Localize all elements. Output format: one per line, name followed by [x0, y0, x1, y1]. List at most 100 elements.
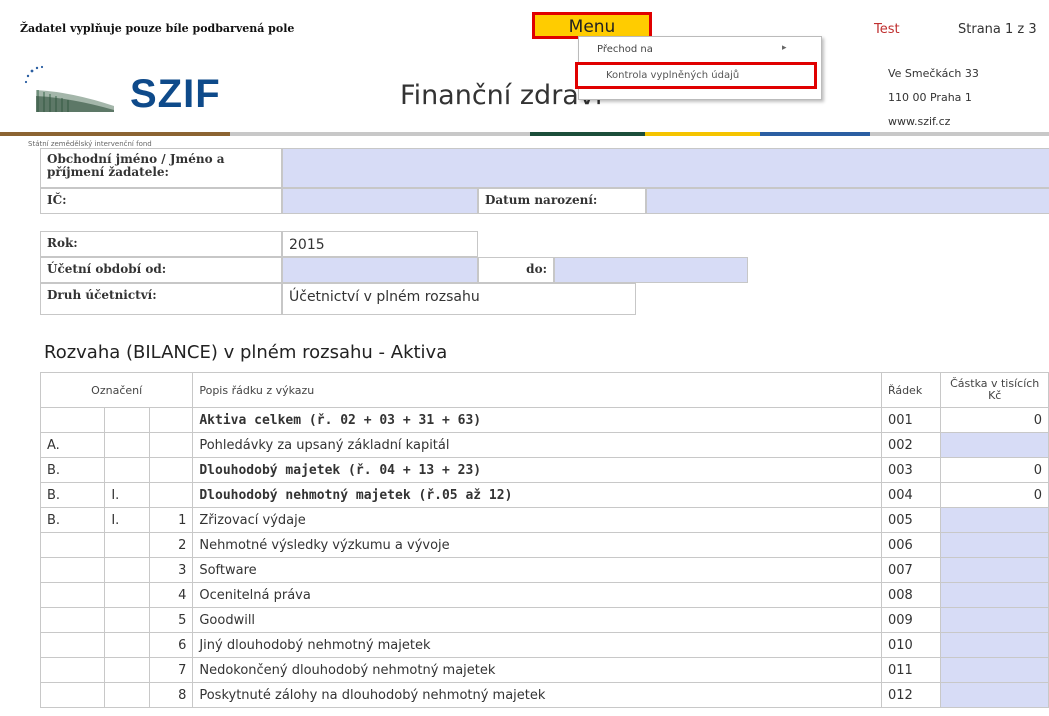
row-popis: Aktiva celkem (ř. 02 + 03 + 31 + 63) [192, 407, 882, 433]
row-oznaceni-a [39, 582, 106, 608]
row-oznaceni-b [104, 607, 151, 633]
row-oznaceni-a: B. [39, 482, 106, 508]
row-oznaceni-b [104, 557, 151, 583]
ucetni-obdobi-do-input[interactable] [554, 257, 748, 283]
row-oznaceni-a: B. [39, 507, 106, 533]
row-castka[interactable] [940, 557, 1049, 583]
row-oznaceni-b [104, 407, 151, 433]
row-radek: 004 [880, 482, 942, 508]
menu-button[interactable]: Menu [532, 12, 652, 39]
table-row: B. I. Dlouhodobý nehmotný majetek (ř.05 až… [39, 482, 1049, 508]
row-castka[interactable] [940, 607, 1049, 633]
table-row: A. Pohledávky za upsaný základní kapitál 0… [39, 432, 1049, 458]
row-castka: 0 [940, 407, 1049, 433]
table-row: 2 Nehmotné výsledky výzkumu a vývoje 006 [39, 532, 1049, 558]
row-oznaceni-a: A. [39, 432, 106, 458]
row-oznaceni-c: 4 [149, 582, 194, 608]
row-oznaceni-c [149, 482, 194, 508]
row-radek: 003 [880, 457, 942, 483]
do-label: do: [478, 257, 554, 283]
row-oznaceni-c: 1 [149, 507, 194, 533]
logo-subtitle: Státní zemědělský intervenční fond [28, 140, 152, 148]
ic-input[interactable] [282, 188, 478, 214]
obchodni-jmeno-input[interactable] [282, 148, 1049, 188]
test-label: Test [874, 22, 900, 37]
szif-logo: SZIF Státní zemědělský intervenční fond [18, 52, 220, 148]
row-castka[interactable] [940, 657, 1049, 683]
row-popis: Nehmotné výsledky výzkumu a vývoje [192, 532, 882, 558]
menu-item-kontrola[interactable]: Kontrola vyplněných údajů [575, 62, 817, 89]
row-radek: 005 [880, 507, 942, 533]
row-castka[interactable] [940, 682, 1049, 708]
row-oznaceni-c: 2 [149, 532, 194, 558]
datum-narozeni-label: Datum narození: [478, 188, 646, 214]
table-row: 3 Software 007 [39, 557, 1049, 583]
table-row: Aktiva celkem (ř. 02 + 03 + 31 + 63) 001 0 [39, 407, 1049, 433]
menu-dropdown: Přechod na ▸ Kontrola vyplněných údajů [575, 36, 822, 100]
table-row: B. Dlouhodobý majetek (ř. 04 + 13 + 23) 00… [39, 457, 1049, 483]
row-popis: Goodwill [192, 607, 882, 633]
row-oznaceni-a [39, 407, 106, 433]
row-popis: Jiný dlouhodobý nehmotný majetek [192, 632, 882, 658]
row-radek: 008 [880, 582, 942, 608]
row-radek: 012 [880, 682, 942, 708]
aktiva-table-body: Označení Popis řádku z výkazu Řádek Část… [39, 372, 1049, 708]
row-radek: 002 [880, 432, 942, 458]
address-city: 110 00 Praha 1 [888, 91, 972, 104]
row-popis: Poskytnuté zálohy na dlouhodobý nehmotný… [192, 682, 882, 708]
table-row: 6 Jiný dlouhodobý nehmotný majetek 010 [39, 632, 1049, 658]
table-row: 5 Goodwill 009 [39, 607, 1049, 633]
submenu-arrow-icon: ▸ [782, 43, 787, 53]
header-oznaceni: Označení [39, 372, 194, 408]
row-oznaceni-a [39, 632, 106, 658]
row-castka[interactable] [940, 507, 1049, 533]
row-castka[interactable] [940, 532, 1049, 558]
row-oznaceni-b [104, 432, 151, 458]
table-row: B. I. 1 Zřizovací výdaje 005 [39, 507, 1049, 533]
row-oznaceni-b [104, 657, 151, 683]
druh-ucetnictvi-value: Účetnictví v plném rozsahu [282, 283, 636, 315]
row-castka[interactable] [940, 432, 1049, 458]
color-stripe [530, 132, 645, 136]
header-castka: Částka v tisících Kč [940, 372, 1049, 408]
row-oznaceni-a [39, 657, 106, 683]
row-popis: Pohledávky za upsaný základní kapitál [192, 432, 882, 458]
row-castka: 0 [940, 457, 1049, 483]
druh-ucetnictvi-label: Druh účetnictví: [40, 283, 282, 315]
row-castka[interactable] [940, 632, 1049, 658]
row-popis: Ocenitelná práva [192, 582, 882, 608]
row-oznaceni-a [39, 532, 106, 558]
row-oznaceni-a [39, 557, 106, 583]
table-row: 8 Poskytnuté zálohy na dlouhodobý nehmotn… [39, 682, 1049, 708]
row-radek: 007 [880, 557, 942, 583]
row-oznaceni-b [104, 632, 151, 658]
row-oznaceni-b [104, 532, 151, 558]
row-oznaceni-c: 7 [149, 657, 194, 683]
address-web: www.szif.cz [888, 115, 951, 128]
row-radek: 010 [880, 632, 942, 658]
color-stripe [230, 132, 530, 136]
address-street: Ve Smečkách 33 [888, 67, 979, 80]
row-oznaceni-c [149, 407, 194, 433]
header-popis: Popis řádku z výkazu [192, 372, 882, 408]
logo-emblem-icon [24, 65, 114, 112]
datum-narozeni-input[interactable] [646, 188, 1049, 214]
menu-item-prechod[interactable]: Přechod na [597, 44, 653, 55]
row-oznaceni-c: 6 [149, 632, 194, 658]
ucetni-obdobi-od-label: Účetní období od: [40, 257, 282, 283]
row-castka: 0 [940, 482, 1049, 508]
color-stripe [0, 132, 230, 136]
row-oznaceni-b [104, 682, 151, 708]
row-oznaceni-c [149, 457, 194, 483]
row-popis: Dlouhodobý nehmotný majetek (ř.05 až 12) [192, 482, 882, 508]
row-oznaceni-c: 3 [149, 557, 194, 583]
rok-value: 2015 [282, 231, 478, 257]
row-popis: Software [192, 557, 882, 583]
ucetni-obdobi-od-input[interactable] [282, 257, 478, 283]
address-block: Ve Smečkách 33 110 00 Praha 1 www.szif.c… [888, 62, 979, 134]
row-oznaceni-c [149, 432, 194, 458]
aktiva-table: Označení Popis řádku z výkazu Řádek Část… [39, 372, 1049, 708]
row-castka[interactable] [940, 582, 1049, 608]
table-row: 4 Ocenitelná práva 008 [39, 582, 1049, 608]
row-popis: Nedokončený dlouhodobý nehmotný majetek [192, 657, 882, 683]
